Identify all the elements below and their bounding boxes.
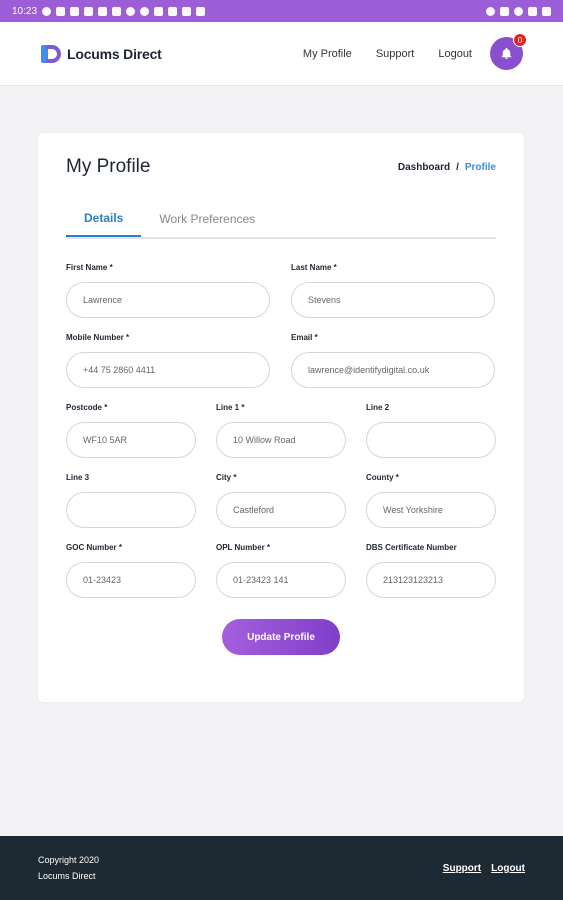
last-name-field-group: Last Name * bbox=[291, 263, 495, 318]
line1-label: Line 1 * bbox=[216, 403, 245, 412]
notifications-button[interactable]: 0 bbox=[490, 33, 527, 70]
footer-links: Support Logout bbox=[443, 863, 525, 874]
tab-work-preferences[interactable]: Work Preferences bbox=[141, 201, 273, 237]
main-nav: My Profile Support Logout 0 bbox=[303, 33, 527, 70]
logo[interactable]: Locums Direct bbox=[40, 43, 162, 65]
notification-status-icon bbox=[56, 6, 66, 16]
dbs-certificate-label: DBS Certificate Number bbox=[366, 543, 457, 552]
update-profile-button[interactable]: Update Profile bbox=[222, 619, 340, 655]
status-bar-right bbox=[486, 6, 551, 16]
dbs-field-group: DBS Certificate Number bbox=[366, 543, 496, 598]
line2-label: Line 2 bbox=[366, 403, 390, 412]
first-name-label: First Name * bbox=[66, 263, 113, 272]
image-status-icon bbox=[112, 6, 122, 16]
app-status-icon bbox=[196, 6, 206, 16]
nav-my-profile[interactable]: My Profile bbox=[303, 48, 352, 60]
copyright: Copyright 2020 Locums Direct bbox=[38, 852, 99, 884]
postcode-input[interactable] bbox=[66, 422, 196, 458]
profile-card: My Profile Dashboard / Profile Details W… bbox=[38, 133, 524, 702]
nav-support[interactable]: Support bbox=[376, 48, 415, 60]
county-field-group: County * bbox=[366, 473, 496, 528]
copyright-line2: Locums Direct bbox=[38, 871, 96, 881]
image-status-icon bbox=[154, 6, 164, 16]
postcode-field-group: Postcode * bbox=[66, 403, 196, 458]
breadcrumb: Dashboard / Profile bbox=[398, 162, 496, 173]
goc-field-group: GOC Number * bbox=[66, 543, 196, 598]
footer: Copyright 2020 Locums Direct Support Log… bbox=[0, 836, 563, 900]
line2-field-group: Line 2 bbox=[366, 403, 496, 458]
line1-input[interactable] bbox=[216, 422, 346, 458]
mobile-number-input[interactable] bbox=[66, 352, 270, 388]
line3-label: Line 3 bbox=[66, 473, 90, 482]
first-name-field-group: First Name * bbox=[66, 263, 270, 318]
logo-text: Locums Direct bbox=[67, 45, 162, 62]
dbs-certificate-input[interactable] bbox=[366, 562, 496, 598]
city-field-group: City * bbox=[216, 473, 346, 528]
app-header: Locums Direct My Profile Support Logout … bbox=[0, 22, 563, 86]
status-time: 10:23 bbox=[12, 5, 38, 17]
card-header: My Profile Dashboard / Profile bbox=[66, 133, 496, 201]
status-bar-left: 10:23 bbox=[12, 5, 206, 17]
line2-input[interactable] bbox=[366, 422, 496, 458]
mail-status-icon bbox=[70, 6, 80, 16]
line1-field-group: Line 1 * bbox=[216, 403, 346, 458]
battery-icon bbox=[542, 6, 551, 16]
footer-logout-link[interactable]: Logout bbox=[491, 863, 525, 874]
cloud-status-icon bbox=[168, 6, 178, 16]
footer-support-link[interactable]: Support bbox=[443, 863, 481, 874]
mobile-number-label: Mobile Number * bbox=[66, 333, 130, 342]
nav-logout[interactable]: Logout bbox=[438, 48, 472, 60]
copyright-line1: Copyright 2020 bbox=[38, 855, 100, 865]
last-name-input[interactable] bbox=[291, 282, 495, 318]
postcode-label: Postcode * bbox=[66, 403, 108, 412]
app-status-icon bbox=[98, 6, 108, 16]
breadcrumb-dashboard[interactable]: Dashboard bbox=[398, 162, 450, 173]
breadcrumb-current: Profile bbox=[464, 161, 496, 173]
profile-form: First Name * Last Name * Mobile Number *… bbox=[66, 263, 496, 655]
opl-number-input[interactable] bbox=[216, 562, 346, 598]
notification-status-icon bbox=[42, 6, 52, 16]
page-title: My Profile bbox=[66, 156, 151, 177]
logo-mark-icon bbox=[40, 43, 62, 65]
city-label: City * bbox=[216, 473, 237, 482]
opl-field-group: OPL Number * bbox=[216, 543, 346, 598]
status-bar: 10:23 bbox=[0, 0, 563, 22]
breadcrumb-separator: / bbox=[456, 161, 459, 173]
line3-field-group: Line 3 bbox=[66, 473, 196, 528]
email-input[interactable] bbox=[291, 352, 495, 388]
shield-status-icon bbox=[486, 6, 495, 16]
goc-number-label: GOC Number * bbox=[66, 543, 123, 552]
notification-count-badge: 0 bbox=[513, 33, 527, 47]
city-input[interactable] bbox=[216, 492, 346, 528]
app-status-icon bbox=[182, 6, 192, 16]
tab-details[interactable]: Details bbox=[66, 201, 142, 237]
bell-icon bbox=[501, 47, 512, 59]
mobile-field-group: Mobile Number * bbox=[66, 333, 270, 388]
opl-number-label: OPL Number * bbox=[216, 543, 271, 552]
wifi-icon bbox=[528, 6, 537, 16]
messenger-status-icon bbox=[140, 6, 150, 16]
warning-status-icon bbox=[126, 6, 136, 16]
goc-number-input[interactable] bbox=[66, 562, 196, 598]
vibrate-status-icon bbox=[500, 6, 509, 16]
last-name-label: Last Name * bbox=[291, 263, 337, 272]
county-input[interactable] bbox=[366, 492, 496, 528]
profile-tabs: Details Work Preferences bbox=[66, 201, 496, 239]
first-name-input[interactable] bbox=[66, 282, 270, 318]
email-field-group: Email * bbox=[291, 333, 495, 388]
alarm-status-icon bbox=[514, 6, 523, 16]
email-label: Email * bbox=[291, 333, 318, 342]
line3-input[interactable] bbox=[66, 492, 196, 528]
mail-status-icon bbox=[84, 6, 94, 16]
county-label: County * bbox=[366, 473, 399, 482]
